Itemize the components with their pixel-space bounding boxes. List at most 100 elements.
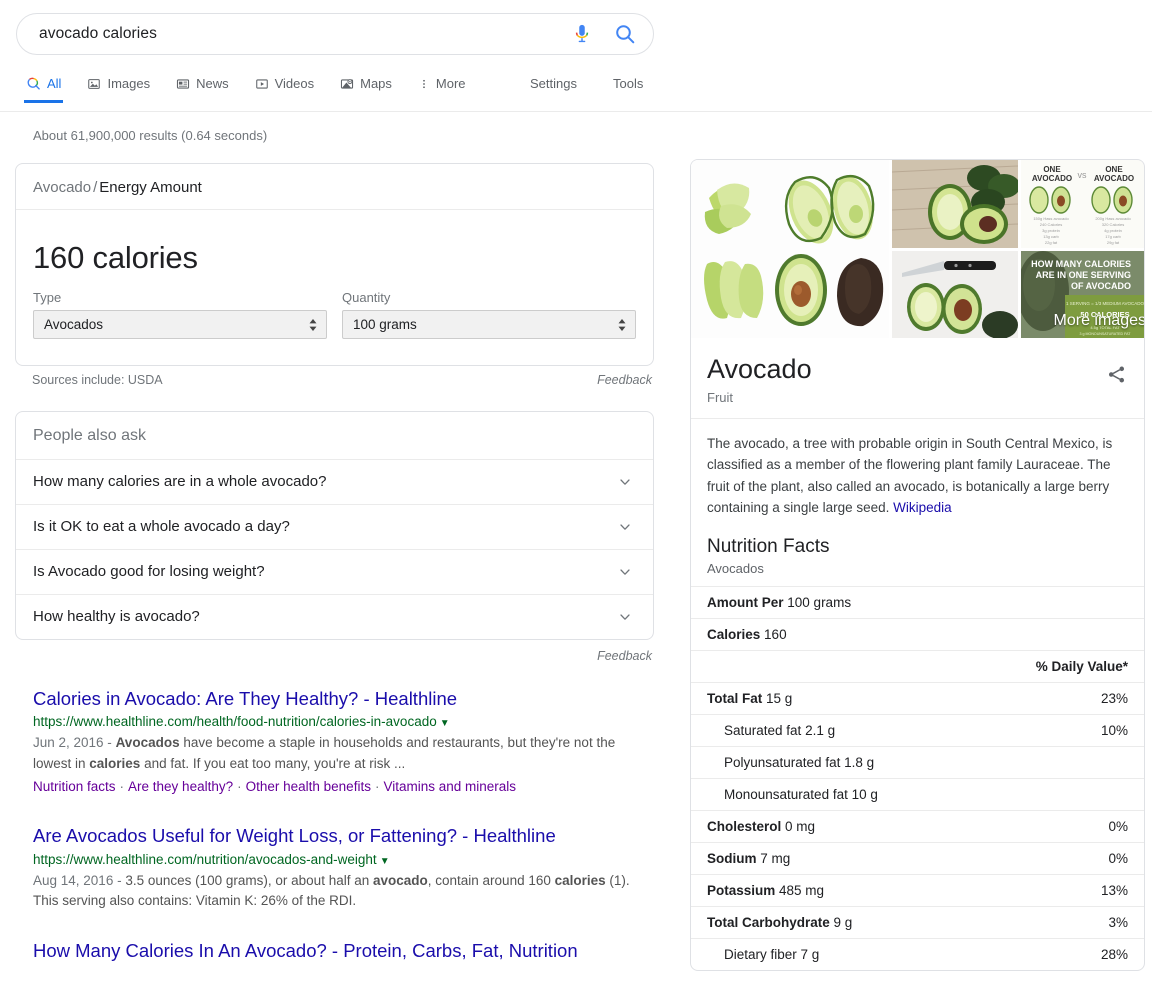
svg-text:AVOCADO: AVOCADO bbox=[1094, 174, 1134, 183]
calorie-controls: Type Avocados Quantity 10 bbox=[33, 290, 636, 339]
table-row-daily-value-header: % Daily Value* bbox=[691, 651, 1144, 683]
table-row-calories: Calories 160 bbox=[691, 619, 1144, 651]
table-row: Total Fat 15 g23% bbox=[691, 683, 1144, 715]
nutrient-label: Cholesterol bbox=[707, 819, 781, 834]
tab-images[interactable]: Images bbox=[87, 76, 164, 101]
tab-news-label: News bbox=[196, 76, 229, 91]
svg-text:ARE IN ONE SERVING: ARE IN ONE SERVING bbox=[1036, 270, 1131, 280]
nutrient-cell: Polyunsaturated fat 1.8 g bbox=[691, 747, 1020, 779]
sitelink-separator: · bbox=[233, 779, 246, 794]
sitelink[interactable]: Are they healthy? bbox=[128, 779, 233, 794]
nutrient-daily-value: 0% bbox=[1020, 843, 1144, 875]
kp-thumbnail-1[interactable] bbox=[691, 160, 889, 338]
search-result: Calories in Avocado: Are They Healthy? -… bbox=[15, 687, 654, 797]
nutrient-label: Total Carbohydrate bbox=[707, 915, 830, 930]
search-box[interactable] bbox=[16, 13, 654, 55]
paa-question-2[interactable]: Is it OK to eat a whole avocado a day? bbox=[16, 505, 653, 550]
result-snippet: Aug 14, 2016 - 3.5 ounces (100 grams), o… bbox=[33, 871, 633, 913]
main-results-column: Avocado/Energy Amount 160 calories Type … bbox=[15, 163, 654, 990]
nutrient-daily-value: 0% bbox=[1020, 811, 1144, 843]
settings-button[interactable]: Settings bbox=[530, 76, 577, 91]
snippet-highlight: avocado bbox=[373, 873, 428, 888]
sitelink[interactable]: Vitamins and minerals bbox=[383, 779, 516, 794]
nutrient-label: Polyunsaturated fat bbox=[724, 755, 840, 770]
nutrient-cell: Sodium 7 mg bbox=[691, 843, 1020, 875]
nutrient-amount: 15 g bbox=[762, 691, 792, 706]
search-input[interactable] bbox=[37, 24, 571, 44]
tools-button[interactable]: Tools bbox=[613, 76, 643, 91]
search-submit-icon[interactable] bbox=[613, 22, 637, 46]
amount-per-value: 100 grams bbox=[787, 595, 851, 610]
table-row-amount-per: Amount Per 100 grams bbox=[691, 587, 1144, 619]
svg-text:3 g MONOUNSATURATED FAT: 3 g MONOUNSATURATED FAT bbox=[1080, 332, 1132, 336]
kp-thumbnail-column-middle bbox=[892, 160, 1018, 338]
sitelink[interactable]: Nutrition facts bbox=[33, 779, 116, 794]
tab-news[interactable]: News bbox=[176, 76, 243, 101]
caret-down-icon[interactable]: ▼ bbox=[377, 856, 390, 867]
result-url[interactable]: https://www.healthline.com/nutrition/avo… bbox=[33, 850, 654, 871]
knowledge-panel: ONE AVOCADO ONE AVOCADO vs bbox=[690, 159, 1145, 971]
kp-thumbnail-3[interactable]: ONE AVOCADO ONE AVOCADO vs bbox=[1021, 160, 1144, 248]
tab-more[interactable]: More bbox=[418, 76, 480, 101]
kp-thumbnail-4[interactable] bbox=[892, 251, 1018, 338]
result-title[interactable]: Are Avocados Useful for Weight Loss, or … bbox=[33, 824, 654, 847]
microphone-icon[interactable] bbox=[571, 23, 593, 45]
knowledge-panel-title: Avocado bbox=[707, 354, 1128, 385]
paa-question-4[interactable]: How healthy is avocado? bbox=[16, 595, 653, 639]
sources-text: Sources include: USDA bbox=[32, 373, 163, 387]
wikipedia-link[interactable]: Wikipedia bbox=[893, 500, 952, 515]
table-row: Monounsaturated fat 10 g bbox=[691, 779, 1144, 811]
tab-maps[interactable]: Maps bbox=[340, 76, 406, 101]
tab-videos[interactable]: Videos bbox=[255, 76, 329, 101]
svg-text:vs: vs bbox=[1078, 170, 1088, 180]
result-url[interactable]: https://www.healthline.com/health/food-n… bbox=[33, 712, 654, 733]
nutrient-daily-value: 13% bbox=[1020, 875, 1144, 907]
calories-cell: Calories 160 bbox=[691, 619, 1144, 651]
snippet-text: 3.5 ounces (100 grams), or about half an bbox=[125, 873, 373, 888]
answer-feedback-link[interactable]: Feedback bbox=[597, 373, 652, 387]
more-images-link[interactable]: More images bbox=[1054, 312, 1144, 330]
tab-all-label: All bbox=[47, 76, 61, 91]
news-icon bbox=[176, 77, 190, 91]
nutrient-label: Monounsaturated fat bbox=[724, 787, 848, 802]
nutrient-cell: Cholesterol 0 mg bbox=[691, 811, 1020, 843]
knowledge-panel-subtitle: Fruit bbox=[707, 390, 1128, 405]
nutrient-cell: Saturated fat 2.1 g bbox=[691, 715, 1020, 747]
svg-text:22g fat: 22g fat bbox=[1045, 240, 1058, 245]
snippet-text: and fat. If you eat too many, you're at … bbox=[140, 756, 405, 771]
google-search-icon bbox=[26, 76, 41, 91]
result-title[interactable]: How Many Calories In An Avocado? - Prote… bbox=[33, 939, 654, 962]
search-header: All Images New bbox=[0, 0, 1152, 112]
svg-text:HOW MANY CALORIES: HOW MANY CALORIES bbox=[1031, 259, 1131, 269]
paa-question-1[interactable]: How many calories are in a whole avocado… bbox=[16, 460, 653, 505]
paa-question-3[interactable]: Is Avocado good for losing weight? bbox=[16, 550, 653, 595]
breadcrumb-property: Energy Amount bbox=[99, 179, 202, 196]
paa-feedback-link[interactable]: Feedback bbox=[597, 649, 652, 663]
nutrient-cell: Monounsaturated fat 10 g bbox=[691, 779, 1020, 811]
svg-text:AVOCADO: AVOCADO bbox=[1032, 174, 1072, 183]
share-icon[interactable] bbox=[1106, 364, 1127, 385]
svg-text:OF AVOCADO: OF AVOCADO bbox=[1071, 281, 1131, 291]
table-row: Total Carbohydrate 9 g3% bbox=[691, 907, 1144, 939]
result-snippet: Jun 2, 2016 - Avocados have become a sta… bbox=[33, 733, 633, 775]
result-sitelinks: Nutrition facts·Are they healthy?·Other … bbox=[33, 776, 654, 798]
sitelink[interactable]: Other health benefits bbox=[246, 779, 371, 794]
search-result: Are Avocados Useful for Weight Loss, or … bbox=[15, 824, 654, 912]
amount-per-label: Amount Per bbox=[707, 595, 784, 610]
tab-all[interactable]: All bbox=[24, 76, 75, 101]
caret-down-icon[interactable]: ▼ bbox=[437, 718, 450, 729]
nutrient-daily-value: 3% bbox=[1020, 907, 1144, 939]
kp-thumbnail-5[interactable]: HOW MANY CALORIES ARE IN ONE SERVING OF … bbox=[1021, 251, 1144, 338]
kp-thumbnail-2[interactable] bbox=[892, 160, 1018, 248]
breadcrumb-entity[interactable]: Avocado bbox=[33, 179, 91, 196]
result-url-text: https://www.healthline.com/nutrition/avo… bbox=[33, 852, 377, 867]
chevron-down-icon bbox=[617, 609, 636, 625]
snippet-highlight: calories bbox=[89, 756, 140, 771]
search-header-actions: Settings Tools bbox=[530, 76, 643, 91]
type-select[interactable]: Avocados bbox=[33, 310, 327, 339]
svg-text:240 Calories: 240 Calories bbox=[1040, 222, 1062, 227]
result-title[interactable]: Calories in Avocado: Are They Healthy? -… bbox=[33, 687, 654, 710]
table-row: Saturated fat 2.1 g10% bbox=[691, 715, 1144, 747]
people-also-ask-title: People also ask bbox=[16, 412, 653, 460]
quantity-select[interactable]: 100 grams bbox=[342, 310, 636, 339]
